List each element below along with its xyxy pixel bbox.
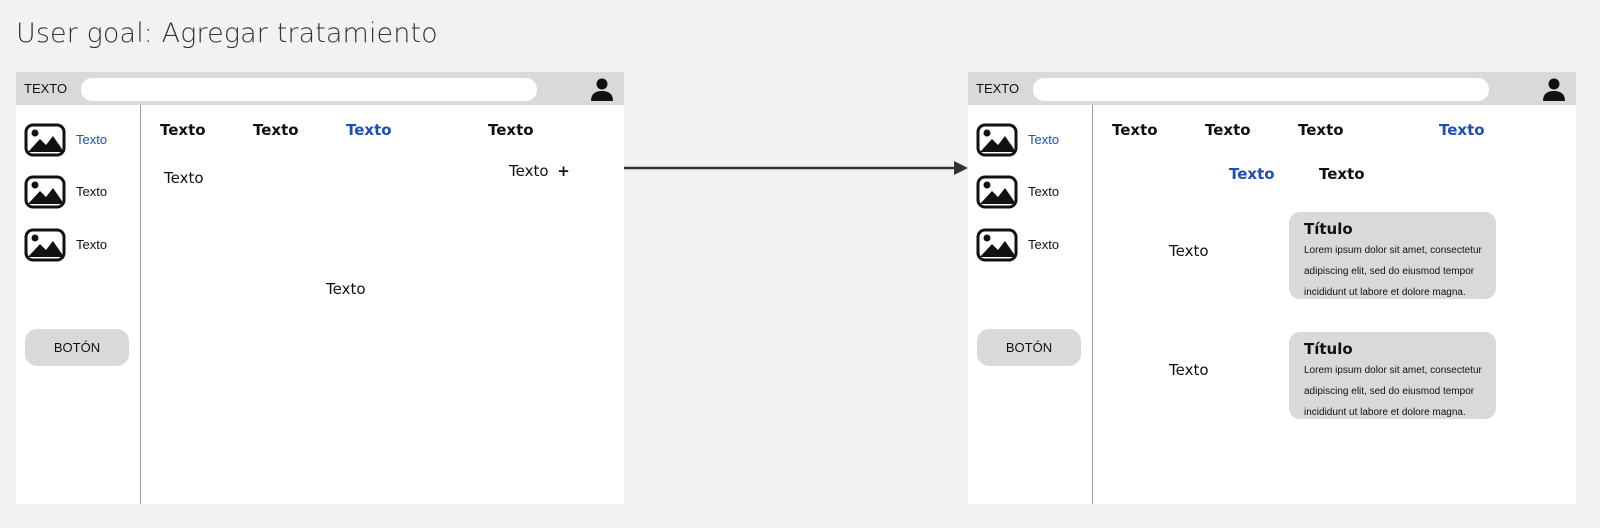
card-title: Título (1304, 220, 1353, 238)
image-icon (24, 228, 66, 262)
entry-label-2: Texto (1169, 361, 1209, 379)
treatment-card-2[interactable]: Título Lorem ipsum dolor sit amet, conse… (1289, 332, 1496, 419)
sidebar-item-label: Texto (1028, 132, 1060, 147)
sidebar-item-label: Texto (76, 132, 108, 147)
sidebar-item-1[interactable]: Texto (976, 123, 1086, 157)
treatment-card-1[interactable]: Título Lorem ipsum dolor sit amet, conse… (1289, 212, 1496, 299)
sidebar-item-label: Texto (1028, 237, 1060, 252)
subtab-2[interactable]: Texto (1319, 165, 1365, 183)
search-input[interactable] (1033, 78, 1489, 101)
flow-arrow (624, 161, 968, 175)
screen-before: TEXTO Texto Texto Texto BOTÓN Texto Text… (16, 72, 624, 504)
tab-4[interactable]: Texto (1439, 121, 1485, 139)
tab-3[interactable]: Texto (1298, 121, 1344, 139)
sidebar: Texto Texto Texto BOTÓN (16, 105, 141, 504)
plus-icon: + (557, 162, 570, 180)
image-icon (24, 175, 66, 209)
sidebar-item-3[interactable]: Texto (24, 228, 134, 262)
brand-text: TEXTO (976, 81, 1020, 96)
sidebar-button[interactable]: BOTÓN (977, 329, 1081, 366)
tab-2[interactable]: Texto (1205, 121, 1251, 139)
tab-1[interactable]: Texto (1112, 121, 1158, 139)
page-title: User goal: Agregar tratamiento (16, 18, 438, 49)
card-title: Título (1304, 340, 1353, 358)
sidebar-item-label: Texto (76, 184, 108, 199)
sidebar-item-label: Texto (1028, 184, 1060, 199)
image-icon (976, 175, 1018, 209)
sidebar-button[interactable]: BOTÓN (25, 329, 129, 366)
tab-1[interactable]: Texto (160, 121, 206, 139)
entry-label-1: Texto (1169, 242, 1209, 260)
image-icon (976, 228, 1018, 262)
sidebar: Texto Texto Texto BOTÓN (968, 105, 1093, 504)
top-bar: TEXTO (16, 72, 624, 105)
image-icon (976, 123, 1018, 157)
tab-4[interactable]: Texto (488, 121, 534, 139)
sidebar-item-label: Texto (76, 237, 108, 252)
user-icon[interactable] (1542, 77, 1566, 101)
top-bar: TEXTO (968, 72, 1576, 105)
sidebar-item-2[interactable]: Texto (976, 175, 1086, 209)
add-treatment-link[interactable]: Texto + (509, 162, 570, 180)
brand-text: TEXTO (24, 81, 68, 96)
sidebar-item-1[interactable]: Texto (24, 123, 134, 157)
content-label: Texto (164, 169, 204, 187)
card-body: Lorem ipsum dolor sit amet, consectetur … (1304, 245, 1482, 298)
add-label: Texto (509, 162, 549, 180)
center-label: Texto (326, 280, 366, 298)
card-body: Lorem ipsum dolor sit amet, consectetur … (1304, 365, 1482, 418)
sidebar-item-2[interactable]: Texto (24, 175, 134, 209)
sidebar-item-3[interactable]: Texto (976, 228, 1086, 262)
user-icon[interactable] (590, 77, 614, 101)
subtab-1[interactable]: Texto (1229, 165, 1275, 183)
image-icon (24, 123, 66, 157)
screen-after: TEXTO Texto Texto Texto BOTÓN Texto Text… (968, 72, 1576, 504)
search-input[interactable] (81, 78, 537, 101)
tab-2[interactable]: Texto (253, 121, 299, 139)
tab-3[interactable]: Texto (346, 121, 392, 139)
